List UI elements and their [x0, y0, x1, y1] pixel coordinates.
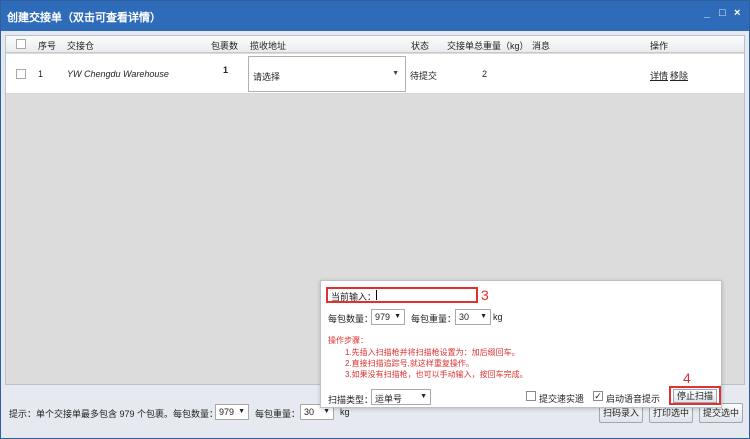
step-3: 3.如果没有扫描枪，也可以手动输入，按回车完成。	[345, 370, 528, 379]
step-1: 1.先插入扫描枪并将扫描枪设置为：加后缀回车。	[345, 348, 520, 357]
scan-panel: 当前输入： 3 每包数量： 979 ▼ 每包重量： 30 ▼ kg 操作步骤： …	[320, 280, 722, 408]
window-title: 创建交接单（双击可查看详情）	[7, 12, 161, 24]
close-icon[interactable]: ×	[734, 7, 740, 19]
scan-type-select[interactable]: 运单号 ▼	[371, 389, 431, 405]
quick-submit-checkbox[interactable]	[526, 391, 536, 401]
text-caret	[376, 290, 377, 300]
header-action: 操作	[650, 41, 669, 51]
address-select[interactable]: 请选择 ▼	[248, 56, 406, 92]
current-input-field[interactable]: 当前输入：	[326, 287, 478, 303]
bottom-weight-label: 每包重量：	[255, 409, 301, 419]
row-seq: 1	[38, 69, 44, 79]
steps-title: 操作步骤：	[328, 336, 368, 345]
header-status: 状态	[411, 41, 430, 51]
scan-type-value: 运单号	[375, 394, 403, 404]
chevron-down-icon: ▼	[238, 408, 245, 415]
current-input-label: 当前输入：	[331, 292, 377, 302]
header-packages: 包裹数	[211, 41, 239, 51]
panel-count-select[interactable]: 979 ▼	[371, 309, 405, 325]
bottom-unit: kg	[340, 407, 350, 417]
title-bar: 创建交接单（双击可查看详情） _ □ ×	[1, 1, 749, 31]
row-weight: 2	[482, 69, 488, 79]
header-seq: 序号	[38, 41, 57, 51]
quick-submit-label: 提交速实遗	[539, 394, 585, 404]
bottom-hint: 提示：单个交接单最多包含 979 个包裹。每包数量：	[9, 409, 219, 419]
header-address: 揽收地址	[250, 41, 287, 51]
header-weight: 交接单总重量（kg）	[447, 41, 529, 51]
stop-scan-button[interactable]: 停止扫描	[673, 389, 717, 403]
detail-link[interactable]: 详情	[650, 69, 668, 82]
panel-unit: kg	[493, 312, 503, 322]
panel-weight-value: 30	[459, 312, 470, 322]
annotation-3: 3	[481, 287, 489, 303]
stop-scan-highlight: 停止扫描	[669, 386, 721, 405]
chevron-down-icon: ▼	[392, 70, 399, 77]
maximize-icon[interactable]: □	[719, 7, 726, 19]
bottom-count-select[interactable]: 979 ▼	[215, 404, 249, 420]
select-all-checkbox[interactable]	[16, 39, 26, 49]
row-warehouse: YW Chengdu Warehouse	[67, 69, 169, 79]
panel-weight-label: 每包重量：	[411, 314, 457, 324]
table-row[interactable]: 1 YW Chengdu Warehouse 1 请选择 ▼ 待提交 2 详情 …	[6, 54, 744, 94]
create-handover-window: 创建交接单（双击可查看详情） _ □ × 序号 交接仓 包裹数 揽收地址 状态 …	[0, 0, 750, 439]
chevron-down-icon: ▼	[394, 313, 401, 320]
annotation-4: 4	[683, 370, 691, 386]
step-2: 2.直接扫描追踪号,就这样重复操作。	[345, 359, 474, 368]
chevron-down-icon: ▼	[480, 313, 487, 320]
panel-count-label: 每包数量：	[328, 314, 374, 324]
panel-count-value: 979	[375, 312, 391, 322]
address-select-value: 请选择	[253, 72, 281, 82]
row-checkbox[interactable]	[16, 69, 26, 79]
bottom-count-value: 979	[219, 407, 235, 417]
chevron-down-icon: ▼	[323, 408, 330, 415]
bottom-weight-value: 30	[304, 407, 315, 417]
row-status: 待提交	[410, 71, 438, 81]
minimize-icon[interactable]: _	[704, 7, 710, 19]
voice-prompt-label: 启动语音提示	[606, 394, 661, 404]
chevron-down-icon: ▼	[420, 393, 427, 400]
remove-link[interactable]: 移除	[670, 69, 688, 82]
panel-weight-select[interactable]: 30 ▼	[455, 309, 491, 325]
header-message: 消息	[532, 41, 551, 51]
scan-type-label: 扫描类型：	[328, 395, 374, 405]
voice-prompt-checkbox[interactable]: ✓	[593, 391, 603, 401]
header-warehouse: 交接仓	[67, 41, 95, 51]
row-packages: 1	[223, 65, 229, 75]
grid-header: 序号 交接仓 包裹数 揽收地址 状态 交接单总重量（kg） 消息 操作	[6, 36, 744, 53]
